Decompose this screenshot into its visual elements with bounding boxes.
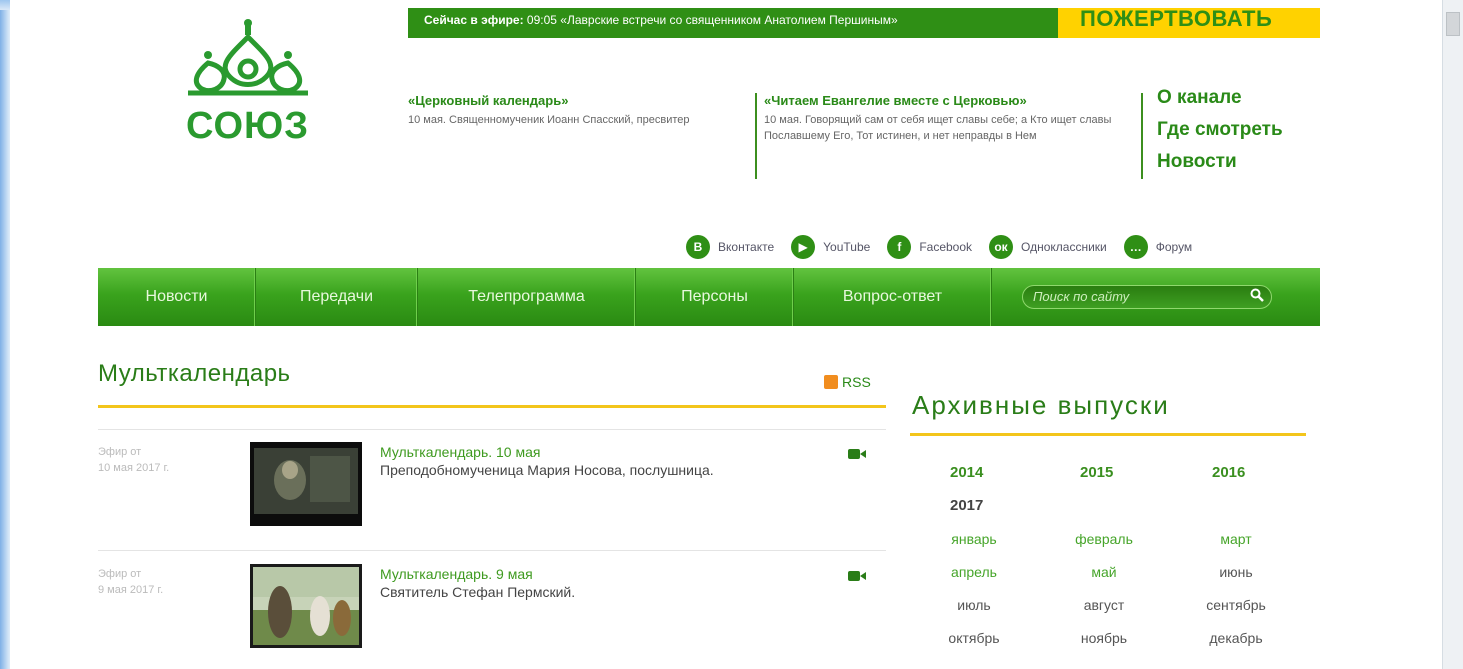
social-label: Форум <box>1155 240 1193 254</box>
nav-shows[interactable]: Передачи <box>256 268 418 326</box>
church-calendar-title[interactable]: «Церковный календарь» <box>408 93 738 109</box>
search-icon[interactable] <box>1250 288 1264 302</box>
on-air-text[interactable]: 09:05 «Лаврские встречи со священником А… <box>524 13 898 27</box>
logo[interactable]: СОЮЗ <box>178 15 318 147</box>
social-facebook[interactable]: f Facebook <box>887 235 972 259</box>
air-date-value: 10 мая 2017 г. <box>98 462 170 474</box>
vk-icon: B <box>686 235 710 259</box>
facebook-icon: f <box>887 235 912 259</box>
archive-month-dec: декабрь <box>1209 630 1263 646</box>
archive-divider <box>910 433 1306 436</box>
air-date: Эфир от 10 мая 2017 г. <box>98 444 218 476</box>
site-search: Поиск по сайту <box>992 268 1320 326</box>
page: Сейчас в эфире: 09:05 «Лаврские встречи … <box>10 0 1442 669</box>
archive-month-jan[interactable]: январь <box>914 531 1034 547</box>
donate-button[interactable]: ПОЖЕРТВОВАТЬ <box>1058 8 1320 38</box>
gospel-reading-block[interactable]: «Читаем Евангелие вместе с Церковью» 10 … <box>755 93 1143 179</box>
archive-year-2017: 2017 <box>950 497 984 514</box>
social-label: Facebook <box>919 240 973 254</box>
link-about-channel[interactable]: О канале <box>1157 82 1283 114</box>
social-youtube[interactable]: ▶ YouTube <box>791 235 870 259</box>
archive-month-mar[interactable]: март <box>1176 531 1296 547</box>
nav-qa[interactable]: Вопрос-ответ <box>794 268 992 326</box>
video-thumbnail[interactable] <box>250 442 362 526</box>
archive-month-oct: октябрь <box>948 630 1000 646</box>
page-title: Мульткалендарь <box>98 360 291 387</box>
archive-year-2014[interactable]: 2014 <box>950 464 983 481</box>
air-date-label: Эфир от <box>98 568 142 580</box>
title-divider <box>98 405 886 408</box>
archive-month-jun: июнь <box>1219 564 1253 580</box>
rss-icon <box>824 375 838 389</box>
top-links: О канале Где смотреть Новости <box>1157 82 1283 178</box>
social-odnoklassniki[interactable]: ок Одноклассники <box>989 235 1107 259</box>
thumbnail-image <box>250 564 362 648</box>
archive-title: Архивные выпуски <box>912 390 1170 420</box>
social-label: Вконтакте <box>718 240 775 254</box>
link-where-to-watch[interactable]: Где смотреть <box>1157 114 1283 146</box>
list-item: Эфир от 10 мая 2017 г. Мульткалендарь. 1… <box>98 442 886 532</box>
link-news[interactable]: Новости <box>1157 146 1283 178</box>
gospel-reading-text[interactable]: 10 мая. Говорящий сам от себя ищет славы… <box>764 112 1137 144</box>
thumbnail-image <box>250 442 362 526</box>
scrollbar-thumb[interactable] <box>1446 12 1460 36</box>
archive-month-apr[interactable]: апрель <box>914 564 1034 580</box>
church-calendar-text[interactable]: 10 мая. Священномученик Иоанн Спасский, … <box>408 112 738 128</box>
gospel-reading-title[interactable]: «Читаем Евангелие вместе с Церковью» <box>764 93 1137 109</box>
video-camera-icon <box>848 449 866 459</box>
on-air-label: Сейчас в эфире: <box>424 13 524 27</box>
on-air-bar[interactable]: Сейчас в эфире: 09:05 «Лаврские встречи … <box>408 8 1058 38</box>
main-nav: Новости Передачи Телепрограмма Персоны В… <box>98 268 1320 326</box>
archive-year-2015[interactable]: 2015 <box>1080 464 1113 481</box>
social-links: B Вконтакте ▶ YouTube f Facebook ок Одноклас… <box>686 234 1192 260</box>
search-input[interactable]: Поиск по сайту <box>1022 285 1272 309</box>
odnoklassniki-icon: ок <box>989 235 1014 259</box>
video-camera-icon <box>848 571 866 581</box>
nav-persons[interactable]: Персоны <box>636 268 794 326</box>
entry-title-link[interactable]: Мульткалендарь. 10 мая <box>380 444 540 460</box>
rss-label: RSS <box>842 374 871 390</box>
forum-icon: … <box>1123 235 1148 259</box>
nav-tv-program[interactable]: Телепрограмма <box>418 268 636 326</box>
social-vk[interactable]: B Вконтакте <box>686 235 774 259</box>
air-date-label: Эфир от <box>98 446 142 458</box>
archive-year-2016[interactable]: 2016 <box>1212 464 1245 481</box>
video-thumbnail[interactable] <box>250 564 362 648</box>
archive-month-aug: август <box>1083 597 1125 613</box>
air-date: Эфир от 9 мая 2017 г. <box>98 566 218 598</box>
row-divider <box>98 550 886 551</box>
archive-month-nov: ноябрь <box>1080 630 1128 646</box>
logo-text: СОЮЗ <box>186 105 310 147</box>
nav-news[interactable]: Новости <box>98 268 256 326</box>
dome-logo-icon <box>188 19 308 96</box>
archive-month-feb[interactable]: февраль <box>1044 531 1164 547</box>
entry-title-link[interactable]: Мульткалендарь. 9 мая <box>380 566 533 582</box>
archive-month-sep: сентябрь <box>1206 597 1266 613</box>
youtube-icon: ▶ <box>791 235 816 259</box>
air-date-value: 9 мая 2017 г. <box>98 584 164 596</box>
social-label: Одноклассники <box>1021 240 1107 254</box>
church-calendar-block[interactable]: «Церковный календарь» 10 мая. Священному… <box>408 93 738 128</box>
list-item: Эфир от 9 мая 2017 г. Мульткалендарь. 9 … <box>98 564 886 654</box>
entry-description: Святитель Стефан Пермский. <box>380 584 576 600</box>
entry-description: Преподобномученица Мария Носова, послушн… <box>380 462 714 478</box>
social-label: YouTube <box>823 240 871 254</box>
rss-link[interactable]: RSS <box>824 374 871 390</box>
scrollbar[interactable] <box>1442 0 1463 669</box>
social-forum[interactable]: … Форум <box>1123 235 1193 259</box>
row-divider <box>98 429 886 430</box>
archive-month-may[interactable]: май <box>1044 564 1164 580</box>
archive-month-jul: июль <box>957 597 991 613</box>
